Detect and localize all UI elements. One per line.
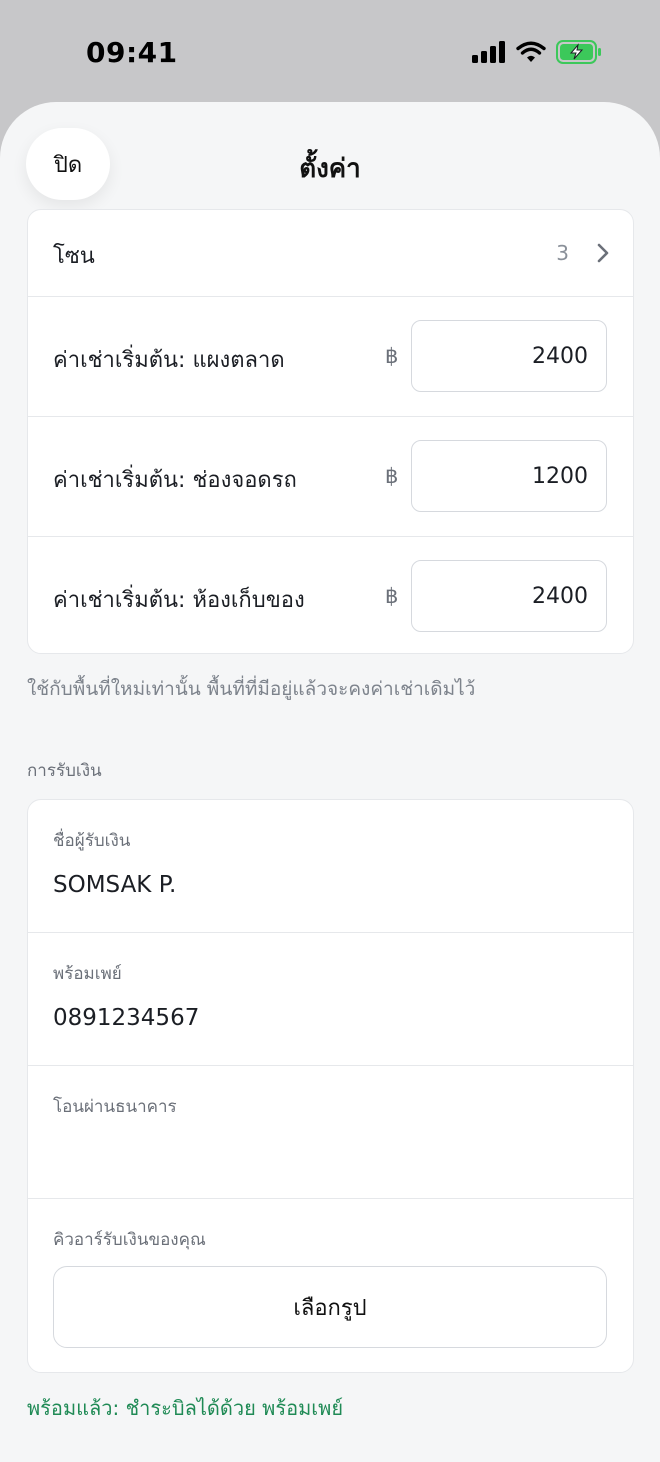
payment-section-label: การรับเงิน xyxy=(27,761,102,781)
bank-transfer-label: โอนผ่านธนาคาร xyxy=(53,1097,177,1117)
rent-input-storage[interactable] xyxy=(411,560,607,632)
payee-row[interactable]: ชื่อผู้รับเงิน SOMSAK P. xyxy=(28,800,633,933)
rent-label: ค่าเช่าเริ่มต้น: แผงตลาด xyxy=(53,348,285,373)
rent-row-storage: ค่าเช่าเริ่มต้น: ห้องเก็บของ ฿ xyxy=(28,537,633,653)
baht-symbol: ฿ xyxy=(385,464,399,488)
status-bar: 09:41 xyxy=(0,0,660,104)
rent-note: ใช้กับพื้นที่ใหม่เท่านั้น พื้นที่ที่มีอย… xyxy=(27,678,476,700)
rent-label: ค่าเช่าเริ่มต้น: ห้องเก็บของ xyxy=(53,588,305,613)
promptpay-label: พร้อมเพย์ xyxy=(53,964,122,984)
settings-sheet: ปิด ตั้งค่า โซน 3 ค่าเช่าเริ่มต้น: แผงตล… xyxy=(0,102,660,1462)
signal-icon xyxy=(472,41,506,67)
payee-label: ชื่อผู้รับเงิน xyxy=(53,831,131,851)
promptpay-row[interactable]: พร้อมเพย์ 0891234567 xyxy=(28,933,633,1066)
status-icons xyxy=(472,40,602,68)
ready-status-text: พร้อมแล้ว: ชำระบิลได้ด้วย พร้อมเพย์ xyxy=(27,1396,344,1420)
bank-transfer-row[interactable]: โอนผ่านธนาคาร xyxy=(28,1066,633,1199)
rent-row-parking: ค่าเช่าเริ่มต้น: ช่องจอดรถ ฿ xyxy=(28,417,633,537)
rent-settings-card: โซน 3 ค่าเช่าเริ่มต้น: แผงตลาด ฿ ค่าเช่า… xyxy=(27,209,634,654)
zones-label: โซน xyxy=(53,244,95,269)
choose-image-button[interactable]: เลือกรูป xyxy=(53,1266,607,1348)
rent-input-parking[interactable] xyxy=(411,440,607,512)
wifi-icon xyxy=(516,41,546,67)
rent-label: ค่าเช่าเริ่มต้น: ช่องจอดรถ xyxy=(53,468,297,493)
chevron-right-icon xyxy=(597,243,609,267)
baht-symbol: ฿ xyxy=(385,584,399,608)
promptpay-value[interactable]: 0891234567 xyxy=(53,1005,199,1031)
sheet-header: ปิด ตั้งค่า xyxy=(0,102,660,212)
zones-row[interactable]: โซน 3 xyxy=(28,210,633,297)
page-title: ตั้งค่า xyxy=(299,154,361,184)
status-time: 09:41 xyxy=(86,36,178,69)
payment-card: ชื่อผู้รับเงิน SOMSAK P. พร้อมเพย์ 08912… xyxy=(27,799,634,1373)
payee-value[interactable]: SOMSAK P. xyxy=(53,872,176,898)
baht-symbol: ฿ xyxy=(385,344,399,368)
qr-row: คิวอาร์รับเงินของคุณ เลือกรูป xyxy=(28,1199,633,1371)
qr-label: คิวอาร์รับเงินของคุณ xyxy=(53,1230,206,1250)
zones-count: 3 xyxy=(556,241,569,265)
battery-charging-icon xyxy=(556,40,602,68)
rent-input-market-stall[interactable] xyxy=(411,320,607,392)
rent-row-market-stall: ค่าเช่าเริ่มต้น: แผงตลาด ฿ xyxy=(28,297,633,417)
